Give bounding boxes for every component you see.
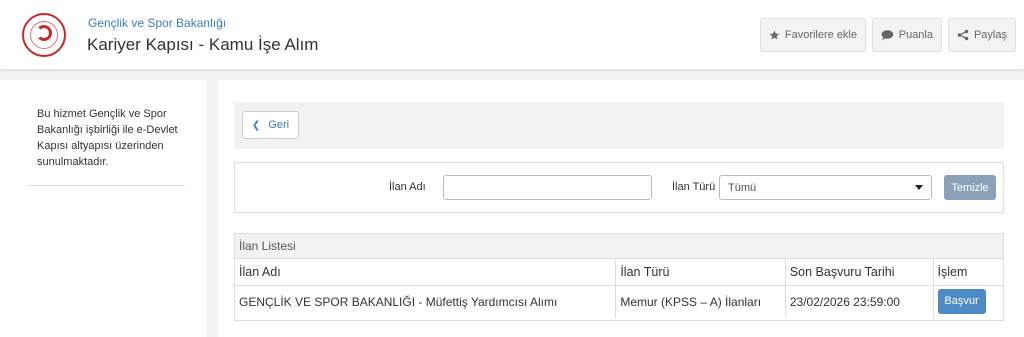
sidebar-info-text: Bu hizmet Gençlik ve Spor Bakanlığı işbi…: [37, 108, 178, 168]
column-header-type: İlan Türü: [615, 259, 786, 286]
column-header-action: İşlem: [932, 259, 1003, 286]
listing-type-cell: Memur (KPSS – A) İlanları: [615, 285, 786, 318]
rate-label: Puanla: [898, 29, 933, 41]
star-icon: [769, 30, 780, 40]
speech-bubble-icon: [881, 30, 894, 41]
sidebar-divider: [27, 185, 185, 186]
table-row: GENÇLİK VE SPOR BAKANLIĞI - Müfettiş Yar…: [235, 285, 1003, 318]
share-icon: [957, 29, 969, 41]
name-filter-label: İlan Adı: [389, 181, 426, 193]
caret-down-icon: [915, 185, 923, 190]
share-button[interactable]: Paylaş: [948, 18, 1016, 52]
name-filter-input[interactable]: [443, 175, 652, 200]
sidebar: Bu hizmet Gençlik ve Spor Bakanlığı işbi…: [0, 80, 207, 337]
main-content: ❮ Geri İlan Adı İlan Türü Tümü Temizle İ…: [218, 80, 1024, 337]
apply-button[interactable]: Başvur: [937, 289, 986, 315]
page-header: Gençlik ve Spor Bakanlığı Kariyer Kapısı…: [0, 0, 1024, 70]
favorite-label: Favorilere ekle: [784, 29, 857, 41]
listing-name-cell: GENÇLİK VE SPOR BAKANLIĞI - Müfettiş Yar…: [239, 294, 558, 309]
rate-button[interactable]: Puanla: [872, 18, 942, 52]
filter-panel: İlan Adı İlan Türü Tümü Temizle: [234, 162, 1004, 213]
back-button[interactable]: ❮ Geri: [242, 111, 299, 139]
listing-deadline-cell: 23/02/2026 23:59:00: [784, 285, 934, 318]
chevron-left-icon: ❮: [251, 119, 261, 131]
share-label: Paylaş: [973, 29, 1007, 41]
clear-button[interactable]: Temizle: [944, 175, 996, 200]
back-label: Geri: [268, 119, 290, 131]
ministry-logo-icon: [22, 13, 66, 57]
org-name[interactable]: Gençlik ve Spor Bakanlığı: [88, 16, 226, 30]
type-filter-select[interactable]: Tümü: [719, 175, 932, 200]
column-header-name: İlan Adı: [235, 259, 616, 286]
type-filter-label: İlan Türü: [672, 181, 716, 193]
type-filter-value: Tümü: [728, 181, 757, 194]
service-title: Kariyer Kapısı - Kamu İşe Alım: [87, 35, 319, 54]
back-panel: ❮ Geri: [234, 102, 1004, 149]
table-header-row: İlan Adı İlan Türü Son Başvuru Tarihi İş…: [235, 259, 1003, 286]
listing-action-cell: Başvur: [932, 285, 1003, 318]
listing-table: İlan Adı İlan Türü Son Başvuru Tarihi İş…: [235, 259, 1003, 318]
favorite-button[interactable]: Favorilere ekle: [760, 18, 866, 52]
column-header-deadline: Son Başvuru Tarihi: [784, 259, 934, 286]
listing-panel: İlan Listesi İlan Adı İlan Türü Son Başv…: [234, 233, 1004, 321]
listing-title: İlan Listesi: [235, 234, 1003, 259]
